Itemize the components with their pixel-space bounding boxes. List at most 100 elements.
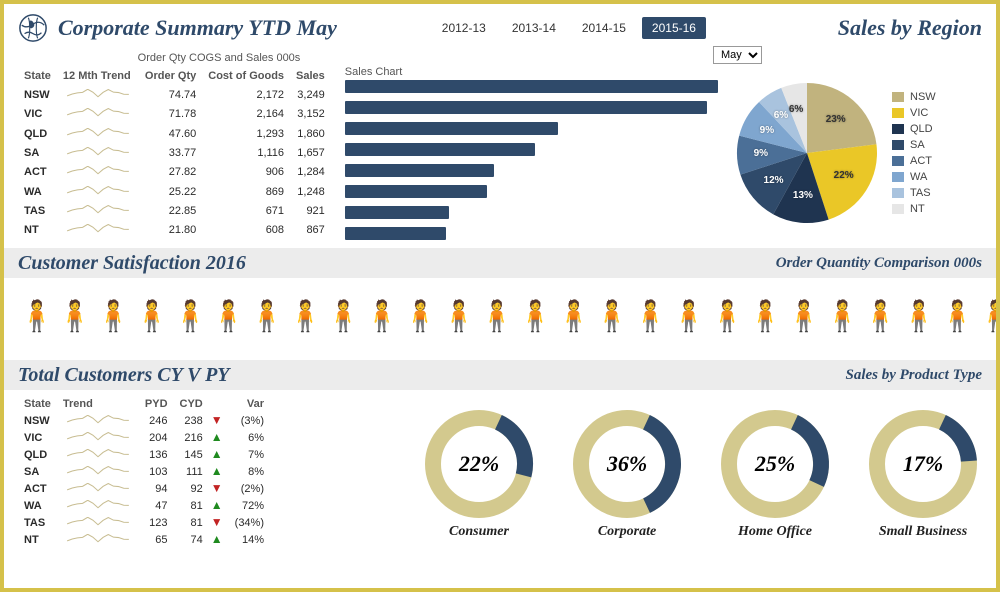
month-select[interactable]: May bbox=[713, 46, 762, 64]
table-row: NT21.80608867 bbox=[18, 221, 331, 240]
legend-item: WA bbox=[892, 171, 936, 183]
customers-table: StateTrendPYDCYDVarNSW246238▼(3%)VIC2042… bbox=[18, 396, 270, 548]
person-icon: 🧍 bbox=[248, 302, 285, 332]
person-icon: 🧍 bbox=[977, 302, 1000, 332]
legend-item: VIC bbox=[892, 107, 936, 119]
table-row: SA103111▲8% bbox=[18, 463, 270, 480]
person-icon: 🧍 bbox=[632, 302, 669, 332]
trend-sparkline bbox=[57, 531, 139, 548]
person-icon: 🧍 bbox=[900, 302, 937, 332]
table-row: VIC204216▲6% bbox=[18, 429, 270, 446]
trend-sparkline bbox=[57, 429, 139, 446]
trend-sparkline bbox=[57, 85, 139, 104]
arrow-down-icon: ▼ bbox=[211, 515, 223, 529]
legend-item: NSW bbox=[892, 91, 936, 103]
table-row: NT6574▲14% bbox=[18, 531, 270, 548]
legend-item: QLD bbox=[892, 123, 936, 135]
year-tab-2015-16[interactable]: 2015-16 bbox=[642, 17, 706, 39]
table-row: QLD136145▲7% bbox=[18, 446, 270, 463]
person-icon: 🧍 bbox=[517, 302, 554, 332]
arrow-up-icon: ▲ bbox=[211, 464, 223, 478]
trend-sparkline bbox=[57, 182, 139, 201]
trend-sparkline bbox=[57, 143, 139, 162]
cs-band: Customer Satisfaction 2016 Order Quantit… bbox=[4, 248, 996, 278]
sales-bar bbox=[345, 143, 535, 156]
table-subtitle: Order Qty COGS and Sales 000s bbox=[18, 52, 420, 64]
person-icon: 🧍 bbox=[593, 302, 630, 332]
trend-sparkline bbox=[57, 201, 139, 220]
arrow-down-icon: ▼ bbox=[211, 413, 223, 427]
sales-chart-label: Sales Chart bbox=[345, 66, 718, 78]
legend-item: TAS bbox=[892, 187, 936, 199]
trend-sparkline bbox=[57, 221, 139, 240]
person-icon: 🧍 bbox=[363, 302, 400, 332]
trend-sparkline bbox=[57, 124, 139, 143]
person-icon: 🧍 bbox=[478, 302, 515, 332]
arrow-up-icon: ▲ bbox=[211, 430, 223, 444]
person-icon: 🧍 bbox=[670, 302, 707, 332]
trend-sparkline bbox=[57, 480, 139, 497]
table-row: TAS12381▼(34%) bbox=[18, 514, 270, 531]
trend-sparkline bbox=[57, 497, 139, 514]
sales-bar bbox=[345, 101, 707, 114]
donut-label: Small Business bbox=[864, 525, 982, 539]
cust-heading: Total Customers CY V PY bbox=[18, 364, 230, 386]
svg-text:22%: 22% bbox=[458, 451, 499, 476]
year-tab-2014-15[interactable]: 2014-15 bbox=[572, 17, 636, 39]
arrow-up-icon: ▲ bbox=[211, 498, 223, 512]
sales-bar bbox=[345, 227, 446, 240]
arrow-down-icon: ▼ bbox=[211, 481, 223, 495]
globe-icon bbox=[18, 13, 48, 43]
dashboard-frame: { "title": "Corporate Summary YTD May", … bbox=[0, 0, 1000, 592]
table-row: WA25.228691,248 bbox=[18, 182, 331, 201]
table-row: NSW74.742,1723,249 bbox=[18, 85, 331, 104]
cust-band: Total Customers CY V PY Sales by Product… bbox=[4, 360, 996, 390]
donut-label: Home Office bbox=[716, 525, 834, 539]
legend-item: ACT bbox=[892, 155, 936, 167]
sales-bar bbox=[345, 206, 449, 219]
year-tab-2013-14[interactable]: 2013-14 bbox=[502, 17, 566, 39]
pie-legend: NSW VIC QLD SA ACT WA TAS NT bbox=[892, 91, 936, 215]
trend-sparkline bbox=[57, 105, 139, 124]
pie-slice-label: 23% bbox=[826, 114, 846, 125]
pie-slice-label: 22% bbox=[834, 170, 854, 181]
svg-text:36%: 36% bbox=[606, 451, 647, 476]
region-pie-chart: 23%22%13%12%9%9%6%6% bbox=[732, 78, 882, 228]
product-type-title: Sales by Product Type bbox=[845, 368, 982, 383]
sales-bar-chart bbox=[345, 80, 718, 240]
table-row: VIC71.782,1643,152 bbox=[18, 105, 331, 124]
trend-sparkline bbox=[57, 446, 139, 463]
donut-label: Corporate bbox=[568, 525, 686, 539]
person-icon: 🧍 bbox=[210, 302, 247, 332]
pie-slice-label: 9% bbox=[760, 125, 774, 136]
person-icon: 🧍 bbox=[325, 302, 362, 332]
trend-sparkline bbox=[57, 463, 139, 480]
donut-label: Consumer bbox=[420, 525, 538, 539]
table-row: QLD47.601,2931,860 bbox=[18, 124, 331, 143]
pie-slice-label: 13% bbox=[793, 190, 813, 201]
pie-slice-label: 6% bbox=[774, 110, 788, 121]
legend-item: NT bbox=[892, 203, 936, 215]
year-tab-2012-13[interactable]: 2012-13 bbox=[432, 17, 496, 39]
table-row: TAS22.85671921 bbox=[18, 201, 331, 220]
year-tabs: 2012-13 2013-14 2014-15 2015-16 bbox=[432, 17, 706, 39]
person-icon: 🧍 bbox=[555, 302, 592, 332]
sales-bar bbox=[345, 122, 558, 135]
svg-text:25%: 25% bbox=[754, 451, 795, 476]
person-icon: 🧍 bbox=[18, 302, 55, 332]
person-icon: 🧍 bbox=[402, 302, 439, 332]
person-icon: 🧍 bbox=[785, 302, 822, 332]
donut-consumer: 22% Consumer bbox=[420, 409, 538, 539]
legend-item: SA bbox=[892, 139, 936, 151]
person-icon: 🧍 bbox=[287, 302, 324, 332]
donut-home-office: 25% Home Office bbox=[716, 409, 834, 539]
trend-sparkline bbox=[57, 163, 139, 182]
person-icon: 🧍 bbox=[824, 302, 861, 332]
table-row: WA4781▲72% bbox=[18, 497, 270, 514]
page-title: Corporate Summary YTD May bbox=[58, 17, 337, 39]
table-row: SA33.771,1161,657 bbox=[18, 143, 331, 162]
pie-slice-label: 9% bbox=[754, 148, 768, 159]
donut-corporate: 36% Corporate bbox=[568, 409, 686, 539]
person-icon: 🧍 bbox=[747, 302, 784, 332]
cs-heading: Customer Satisfaction 2016 bbox=[18, 252, 246, 274]
